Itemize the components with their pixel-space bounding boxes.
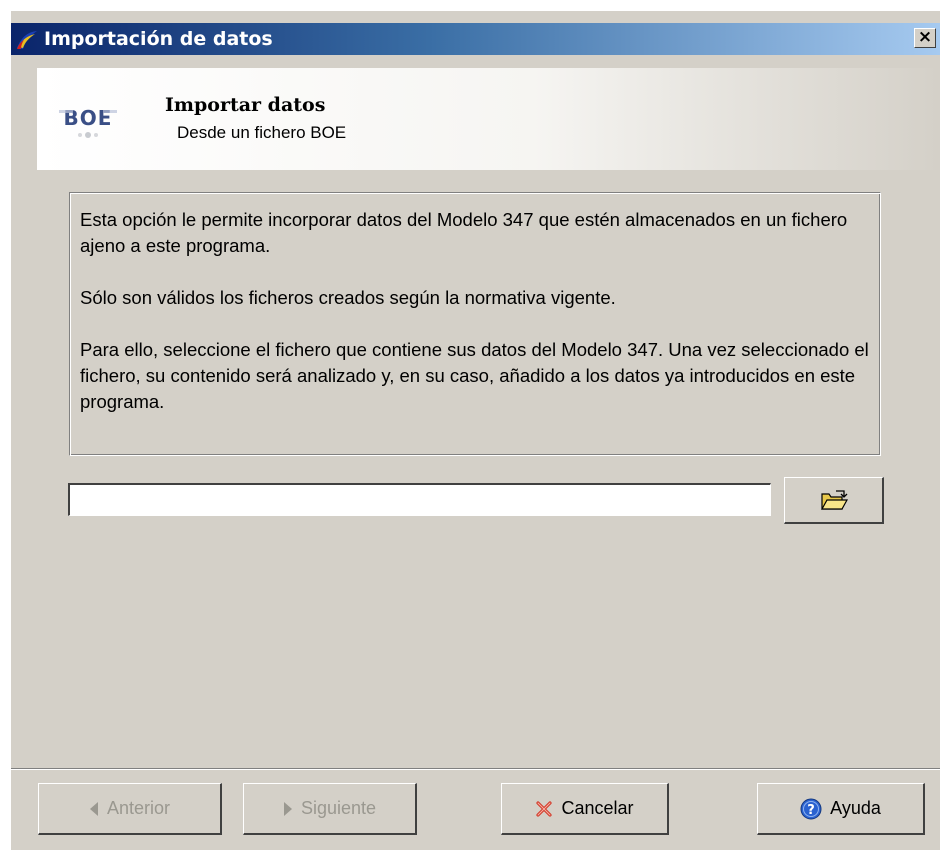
cancel-button-label: Cancelar: [561, 798, 634, 818]
open-folder-icon: [820, 490, 848, 510]
next-button-label: Siguiente: [300, 798, 377, 818]
boe-logo: BOE: [59, 106, 117, 138]
close-button[interactable]: ×: [914, 28, 936, 48]
close-icon: ×: [917, 27, 933, 47]
red-x-icon: [535, 800, 553, 818]
header-subtitle: Desde un fichero BOE: [177, 123, 347, 142]
previous-button[interactable]: Anterior: [38, 783, 222, 835]
info-paragraph: Para ello, seleccione el fichero que con…: [80, 339, 869, 412]
boe-logo-text: BOE: [64, 106, 113, 130]
help-button[interactable]: ? Ayuda: [757, 783, 925, 835]
info-text-panel: Esta opción le permite incorporar datos …: [69, 192, 881, 456]
previous-button-label: Anterior: [106, 798, 171, 818]
arrow-right-icon: [283, 801, 293, 817]
next-button[interactable]: Siguiente: [243, 783, 417, 835]
help-icon: ?: [800, 798, 822, 820]
info-paragraph: Sólo son válidos los ficheros creados se…: [80, 287, 616, 308]
arrow-left-icon: [89, 801, 99, 817]
app-logo-icon: [17, 31, 37, 49]
wizard-header: BOE Importar datos Desde un fichero BOE: [37, 68, 940, 170]
header-title: Importar datos: [165, 94, 326, 116]
cancel-button[interactable]: Cancelar: [501, 783, 669, 835]
svg-text:?: ?: [807, 803, 815, 818]
button-bar-separator: [11, 768, 940, 770]
window-title: Importación de datos: [44, 28, 273, 50]
title-bar[interactable]: Importación de datos ×: [11, 23, 940, 55]
help-button-label: Ayuda: [830, 798, 881, 818]
file-path-input[interactable]: [68, 483, 771, 516]
import-dialog-window: Importación de datos × BOE Importar dato…: [10, 10, 940, 850]
browse-file-button[interactable]: [784, 477, 884, 524]
info-paragraph: Esta opción le permite incorporar datos …: [80, 209, 848, 256]
